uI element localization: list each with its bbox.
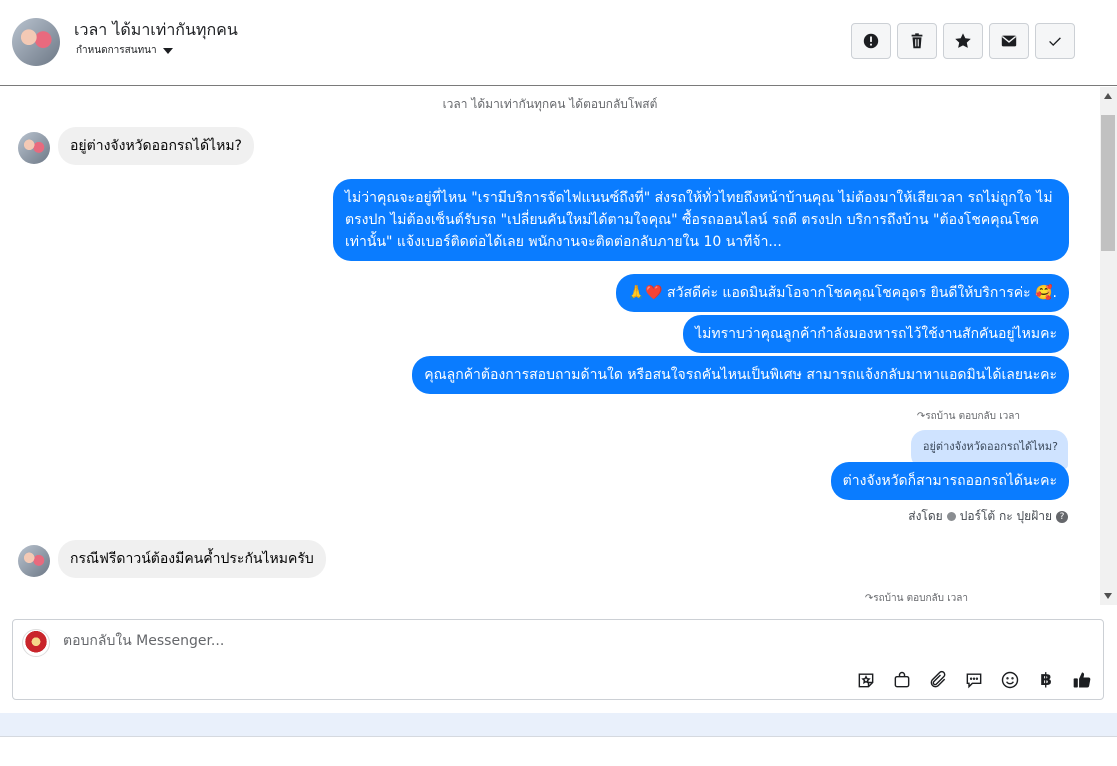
alert-circle-icon: [863, 33, 879, 49]
chevron-down-icon[interactable]: [162, 47, 173, 54]
delete-button[interactable]: [897, 23, 937, 59]
footer-band: [0, 713, 1117, 737]
outgoing-message[interactable]: ไม่ว่าคุณจะอยู่ที่ไหน "เรามีบริการจัดไฟแ…: [333, 179, 1069, 261]
outgoing-message[interactable]: ต่างจังหวัดก็สามารถออกรถได้นะคะ: [830, 462, 1069, 500]
scroll-down-arrow-icon[interactable]: [1104, 593, 1112, 599]
reply-meta-text: รถบ้าน ตอบกลับ เวลา: [873, 593, 968, 604]
incoming-message[interactable]: อยู่ต่างจังหวัดออกรถได้ไหม?: [58, 127, 254, 165]
sent-by-name: ปอร์โต้ กะ ปุยฝ้าย: [959, 509, 1052, 523]
baht-icon: ฿: [1040, 670, 1052, 690]
message-list[interactable]: เวลา ได้มาเท่ากันทุกคน ได้ตอบกลับโพสต์ อ…: [0, 87, 1100, 605]
envelope-icon: [1001, 35, 1017, 47]
scroll-up-arrow-icon[interactable]: [1104, 93, 1112, 99]
reply-meta: ↷รถบ้าน ตอบกลับ เวลา: [916, 411, 1020, 422]
mark-done-button[interactable]: [1035, 23, 1075, 59]
conversation-settings-label: กำหนดการสนทนา: [76, 45, 157, 56]
reply-meta-text: รถบ้าน ตอบกลับ เวลา: [925, 411, 1020, 422]
sticker-button[interactable]: [854, 668, 878, 692]
composer-toolbar: ฿: [854, 668, 1094, 692]
conversation-settings[interactable]: กำหนดการสนทนา: [76, 43, 173, 58]
paperclip-icon: [930, 670, 946, 688]
reply-input[interactable]: [61, 632, 765, 650]
emoji-icon: [1001, 671, 1019, 689]
system-note: เวลา ได้มาเท่ากันทุกคน ได้ตอบกลับโพสต์: [442, 97, 658, 111]
header-toolbar: [851, 23, 1075, 59]
avatar[interactable]: [18, 545, 50, 577]
mark-unread-button[interactable]: [989, 23, 1029, 59]
conversation-header: เวลา ได้มาเท่ากันทุกคน กำหนดการสนทนา: [0, 0, 1117, 86]
incoming-message[interactable]: กรณีฟรีดาวน์ต้องมีคนค้ำประกันไหมครับ: [58, 540, 326, 578]
attach-button[interactable]: [926, 668, 950, 692]
star-button[interactable]: [943, 23, 983, 59]
payment-button[interactable]: ฿: [1034, 668, 1058, 692]
scrollbar[interactable]: [1100, 87, 1117, 605]
avatar[interactable]: [18, 132, 50, 164]
check-icon: [1049, 37, 1061, 47]
contact-name[interactable]: เวลา ได้มาเท่ากันทุกคน: [74, 18, 238, 43]
outgoing-message[interactable]: คุณลูกค้าต้องการสอบถามด้านใด หรือสนใจรถค…: [412, 356, 1069, 394]
thumbs-up-icon: [1073, 672, 1091, 688]
outgoing-message[interactable]: ไม่ทราบว่าคุณลูกค้ากำลังมองหารถไว้ใช้งาน…: [683, 315, 1069, 353]
help-icon[interactable]: ?: [1056, 510, 1068, 523]
like-button[interactable]: [1070, 668, 1094, 692]
gift-button[interactable]: [890, 668, 914, 692]
reply-meta: ↷รถบ้าน ตอบกลับ เวลา: [864, 593, 968, 604]
sent-by-label: ส่งโดย: [908, 509, 943, 523]
sticker-icon: [858, 673, 874, 688]
gift-icon: [894, 671, 910, 688]
page-avatar: [22, 629, 50, 657]
scrollbar-thumb[interactable]: [1101, 115, 1115, 251]
trash-icon: [911, 33, 923, 49]
emoji-button[interactable]: [998, 668, 1022, 692]
saved-replies-button[interactable]: [962, 668, 986, 692]
saved-reply-icon: [966, 673, 982, 689]
outgoing-message[interactable]: 🙏❤️ สวัสดีค่ะ แอดมินส้มโอจากโชคคุณโชคอุด…: [615, 274, 1069, 312]
verified-icon: [946, 512, 956, 521]
avatar[interactable]: [12, 18, 60, 66]
star-icon: [955, 33, 971, 48]
sent-by: ส่งโดย ปอร์โต้ กะ ปุยฝ้าย ?: [908, 507, 1068, 526]
message-composer: ฿: [12, 619, 1104, 700]
mark-spam-button[interactable]: [851, 23, 891, 59]
